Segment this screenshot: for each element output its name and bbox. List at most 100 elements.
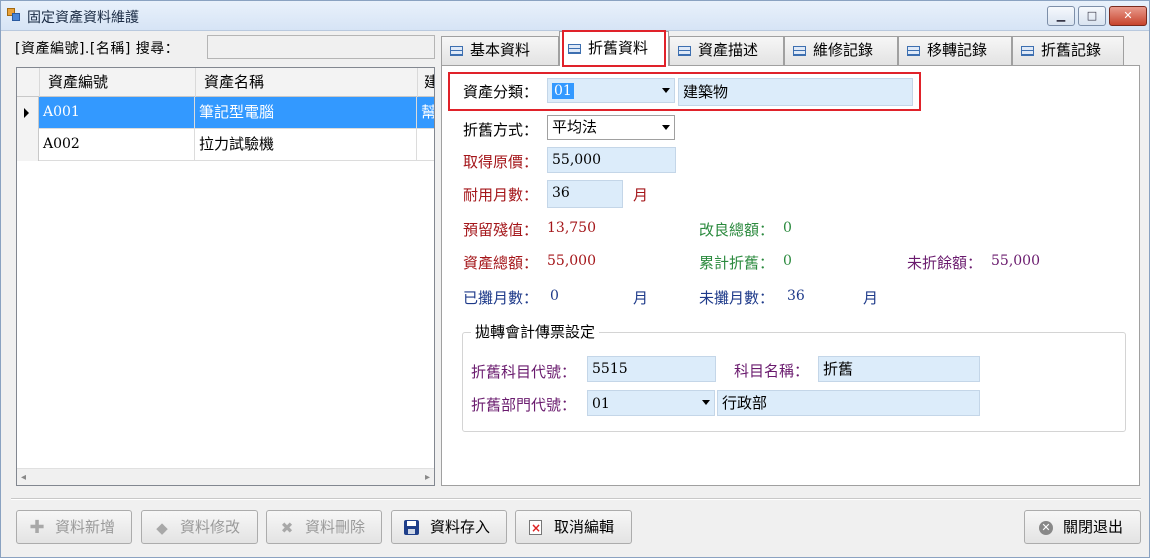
scroll-left-icon[interactable]: ◂ [21, 472, 26, 483]
plus-icon: ✚ [29, 517, 45, 538]
delete-record-label: 資料刪除 [305, 518, 366, 536]
cancel-edit-button[interactable]: 取消編輯 [515, 510, 632, 544]
undepreciated-balance-label: 未折餘額： [907, 254, 983, 272]
cancel-edit-label: 取消編輯 [554, 518, 615, 536]
save-record-label: 資料存入 [430, 518, 491, 536]
column-header-extra[interactable]: 建 [417, 68, 434, 97]
chevron-down-icon[interactable] [702, 400, 710, 405]
asset-category-combo[interactable]: 01 [547, 78, 675, 103]
eraser-icon: ◆ [156, 519, 168, 537]
tab-label: 移轉記錄 [927, 41, 988, 59]
asset-category-name-field[interactable]: 建築物 [678, 78, 913, 106]
remaining-months-unit: 月 [863, 289, 879, 307]
floppy-disk-icon [404, 520, 419, 535]
tab-maintenance-records[interactable]: 維修記錄 [784, 36, 898, 65]
journal-settings-title: 拋轉會計傳票設定 [471, 321, 600, 342]
scroll-right-icon[interactable]: ▸ [425, 472, 430, 483]
row-selector[interactable] [17, 97, 39, 129]
search-label: [資產編號].[名稱] 搜尋： [15, 41, 180, 57]
exit-circle-icon: ✕ [1039, 521, 1053, 535]
accumulated-depreciation-value: 0 [783, 253, 792, 269]
row-header-corner [17, 68, 39, 97]
delete-x-icon: ✖ [280, 519, 294, 537]
app-icon [7, 8, 21, 22]
table-row[interactable]: A002 拉力試驗機 [17, 129, 434, 161]
table-icon [568, 44, 581, 54]
acquisition-cost-label: 取得原價： [463, 153, 539, 171]
tab-depreciation-data[interactable]: 折舊資料 [559, 31, 669, 66]
close-exit-button[interactable]: ✕ 關閉退出 [1024, 510, 1141, 544]
chevron-down-icon[interactable] [662, 125, 670, 130]
dept-name-field[interactable]: 行政部 [717, 390, 980, 416]
remaining-months-value: 36 [787, 288, 805, 304]
depreciation-account-code-field[interactable]: 5515 [587, 356, 716, 382]
useful-life-unit: 月 [633, 186, 649, 204]
depreciation-method-label: 折舊方式： [463, 121, 539, 139]
row-selector[interactable] [17, 129, 39, 161]
cell-asset-code[interactable]: A001 [39, 97, 195, 128]
edit-record-label: 資料修改 [180, 518, 241, 536]
minimize-button[interactable]: ▁ [1047, 6, 1075, 26]
depreciation-method-value: 平均法 [552, 118, 598, 136]
residual-value: 13,750 [547, 220, 596, 236]
asset-total-label: 資產總額： [463, 254, 539, 272]
tab-basic-info[interactable]: 基本資料 [441, 36, 559, 65]
remaining-months-label: 未攤月數： [699, 289, 775, 307]
table-icon [1021, 46, 1034, 56]
horizontal-scrollbar[interactable]: ◂ ▸ [17, 468, 434, 485]
journal-settings-group [462, 332, 1126, 432]
useful-life-field[interactable]: 36 [547, 180, 623, 208]
close-exit-label: 關閉退出 [1063, 518, 1124, 536]
tab-label: 基本資料 [470, 41, 531, 59]
edit-record-button[interactable]: ◆ 資料修改 [141, 510, 258, 544]
table-icon [678, 46, 691, 56]
accumulated-depreciation-label: 累計折舊： [699, 254, 775, 272]
cell-asset-code[interactable]: A002 [39, 129, 195, 160]
tab-label: 資產描述 [698, 41, 759, 59]
tab-transfer-records[interactable]: 移轉記錄 [898, 36, 1012, 65]
maximize-button[interactable]: □ [1078, 6, 1106, 26]
dept-code-value: 01 [592, 396, 610, 412]
grid-header: 資產編號 資產名稱 建 [17, 68, 434, 97]
cell-asset-name[interactable]: 拉力試驗機 [195, 129, 417, 160]
current-row-arrow-icon [24, 108, 29, 118]
close-window-button[interactable]: ✕ [1109, 6, 1147, 26]
useful-life-label: 耐用月數： [463, 186, 539, 204]
table-row[interactable]: A001 筆記型電腦 幫 [17, 97, 434, 129]
account-name-label: 科目名稱： [734, 362, 810, 380]
asset-category-code: 01 [552, 83, 574, 99]
cell-extra[interactable] [417, 129, 434, 160]
amortized-months-value: 0 [550, 288, 559, 304]
table-icon [450, 46, 463, 56]
asset-category-label: 資產分類： [463, 83, 539, 101]
acquisition-cost-field[interactable]: 55,000 [547, 147, 676, 173]
improvement-total-value: 0 [783, 220, 792, 236]
depreciation-method-select[interactable]: 平均法 [547, 115, 675, 140]
residual-value-label: 預留殘值： [463, 221, 539, 239]
cell-asset-name[interactable]: 筆記型電腦 [195, 97, 417, 128]
cancel-document-icon [529, 520, 542, 535]
app-window: 固定資產資料維護 ▁ □ ✕ [資產編號].[名稱] 搜尋： 資產編號 資產名稱… [0, 0, 1150, 558]
depreciation-dept-combo[interactable]: 01 [587, 390, 715, 416]
account-name-field[interactable]: 折舊 [818, 356, 980, 382]
undepreciated-balance-value: 55,000 [991, 253, 1040, 269]
add-record-label: 資料新增 [55, 518, 116, 536]
tab-label: 折舊記錄 [1041, 41, 1102, 59]
asset-grid[interactable]: 資產編號 資產名稱 建 A001 筆記型電腦 幫 A002 拉力試驗機 ◂ ▸ [16, 67, 435, 486]
depreciation-account-code-label: 折舊科目代號： [471, 363, 577, 381]
title-bar[interactable]: 固定資產資料維護 ▁ □ ✕ [1, 1, 1149, 31]
column-header-asset-code[interactable]: 資產編號 [39, 68, 195, 97]
search-input[interactable] [207, 35, 435, 59]
save-record-button[interactable]: 資料存入 [391, 510, 507, 544]
amortized-months-label: 已攤月數： [463, 289, 539, 307]
delete-record-button[interactable]: ✖ 資料刪除 [266, 510, 382, 544]
improvement-total-label: 改良總額： [699, 221, 775, 239]
add-record-button[interactable]: ✚ 資料新增 [16, 510, 132, 544]
chevron-down-icon[interactable] [662, 88, 670, 93]
column-header-asset-name[interactable]: 資產名稱 [195, 68, 417, 97]
cell-extra[interactable]: 幫 [417, 97, 434, 128]
window-title: 固定資產資料維護 [27, 10, 139, 26]
tab-asset-description[interactable]: 資產描述 [669, 36, 784, 65]
tab-depreciation-records[interactable]: 折舊記錄 [1012, 36, 1124, 65]
amortized-months-unit: 月 [633, 289, 649, 307]
